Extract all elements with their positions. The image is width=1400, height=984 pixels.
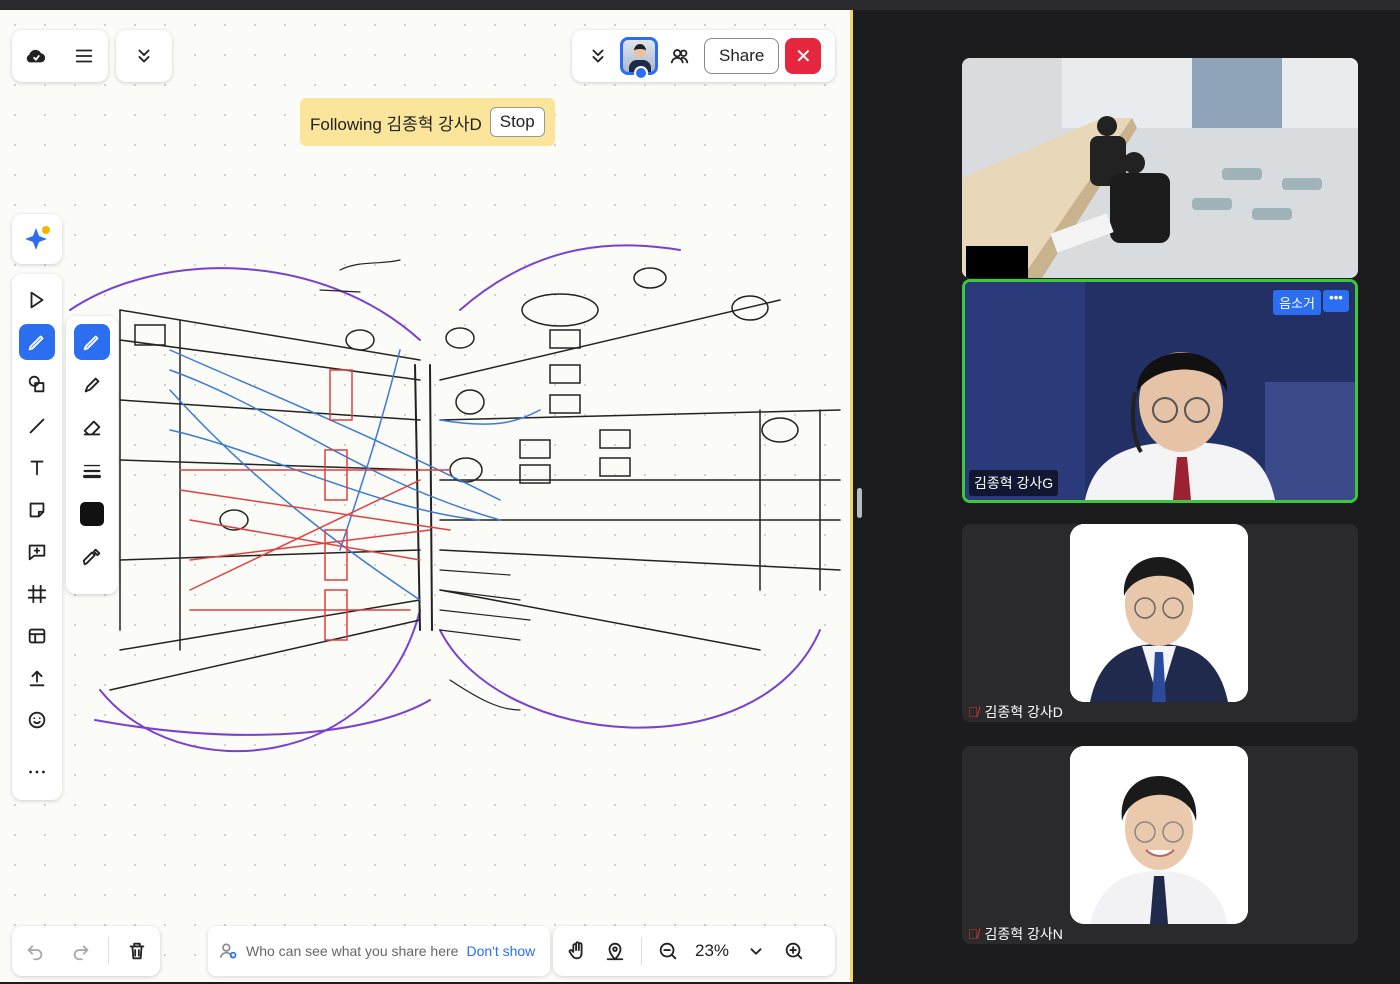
dont-show-link[interactable]: Don't show <box>466 943 535 959</box>
video-tile-classroom[interactable] <box>962 58 1358 278</box>
ai-assistant-button[interactable] <box>12 214 62 264</box>
mic-muted-icon: 🎙̸ <box>968 926 979 942</box>
frame-icon[interactable] <box>19 576 55 612</box>
trash-icon[interactable] <box>119 933 155 969</box>
participant-name: 김종혁 강사D <box>984 704 1063 720</box>
avatar[interactable] <box>620 37 658 80</box>
divider <box>108 937 110 965</box>
line-icon[interactable] <box>19 408 55 444</box>
cloud-icon[interactable] <box>18 38 54 74</box>
ai-sparkle-icon <box>25 226 50 250</box>
window-top-bar <box>0 0 1400 10</box>
sticky-note-icon[interactable] <box>19 492 55 528</box>
upload-icon[interactable] <box>19 660 55 696</box>
text-icon[interactable] <box>19 450 55 486</box>
double-chevron-down-icon[interactable] <box>126 38 162 74</box>
hand-icon[interactable] <box>559 933 595 969</box>
participant-label: 🎙̸ 김종혁 강사D <box>968 702 1063 722</box>
share-notice-text: Who can see what you share here <box>246 943 459 959</box>
participant-label: 🎙̸ 김종혁 강사N <box>968 924 1063 944</box>
zoom-level: 23% <box>694 941 730 960</box>
people-icon[interactable] <box>662 38 698 74</box>
portrait-image <box>1070 746 1248 924</box>
split-view-handle[interactable] <box>857 488 862 518</box>
video-tile-participant-d[interactable]: 🎙̸ 김종혁 강사D <box>962 524 1358 722</box>
video-tile-participant-n[interactable]: 🎙̸ 김종혁 강사N <box>962 746 1358 944</box>
collapse-panel <box>116 30 172 82</box>
close-icon: ✕ <box>794 45 812 68</box>
double-chevron-down-icon[interactable] <box>580 38 616 74</box>
file-menu-panel <box>12 30 108 82</box>
whiteboard-sketch <box>69 244 841 753</box>
portrait-image <box>1070 524 1248 702</box>
zoom-out-icon[interactable] <box>650 933 686 969</box>
share-visibility-notice: Who can see what you share here Don't sh… <box>208 926 550 976</box>
following-banner: Following 김종혁 강사D Stop <box>300 98 555 146</box>
following-text: Following 김종혁 강사D <box>310 114 482 134</box>
participant-name: 김종혁 강사G <box>969 470 1059 496</box>
zoom-panel: 23% <box>553 926 835 976</box>
location-icon[interactable] <box>597 933 633 969</box>
more-icon[interactable] <box>19 754 55 790</box>
chevron-down-icon[interactable] <box>738 933 774 969</box>
person-icon <box>219 943 237 959</box>
redo-icon[interactable] <box>63 933 99 969</box>
emoji-icon[interactable] <box>19 702 55 738</box>
select-icon[interactable] <box>19 282 55 318</box>
stop-following-button[interactable]: Stop <box>489 107 545 137</box>
comment-icon[interactable] <box>19 534 55 570</box>
template-icon[interactable] <box>19 618 55 654</box>
zoom-in-icon[interactable] <box>776 933 812 969</box>
shapes-icon[interactable] <box>19 366 55 402</box>
participant-photo <box>1070 746 1248 924</box>
pen-icon[interactable] <box>19 324 55 360</box>
video-tile-active-speaker[interactable]: 음소거 ••• 김종혁 강사G <box>962 279 1358 503</box>
participant-photo <box>1070 524 1248 702</box>
share-button[interactable]: Share <box>704 38 780 74</box>
divider <box>641 937 642 965</box>
classroom-video-frame <box>962 58 1358 278</box>
whiteboard-canvas[interactable]: Share ✕ Following 김종혁 강사D Stop Who can s… <box>0 10 853 982</box>
mute-status-tag: 음소거 <box>1273 290 1321 315</box>
close-button[interactable]: ✕ <box>785 38 822 74</box>
history-panel <box>12 926 160 976</box>
participant-name: 김종혁 강사N <box>984 926 1063 942</box>
menu-icon[interactable] <box>66 38 102 74</box>
undo-icon[interactable] <box>17 933 53 969</box>
eye-icon <box>634 66 648 80</box>
tool-palette <box>12 274 62 800</box>
more-options-button[interactable]: ••• <box>1323 290 1349 312</box>
collaboration-panel: Share ✕ <box>572 30 835 82</box>
mic-muted-icon: 🎙̸ <box>968 704 979 720</box>
